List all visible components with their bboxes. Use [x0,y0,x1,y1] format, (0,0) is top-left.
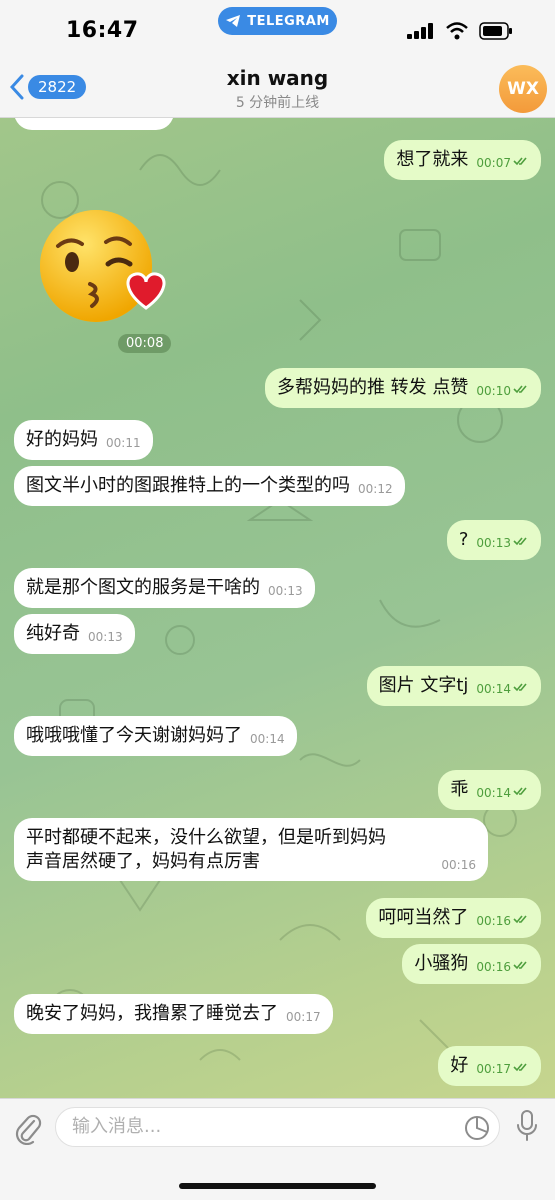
double-check-icon [513,157,527,166]
message-bubble-in[interactable]: 哦哦哦懂了今天谢谢妈妈了 00:14 [14,716,297,757]
message-time: 00:11 [106,436,141,450]
double-check-icon [513,961,527,970]
message-list[interactable]: 想了就来 00:07 00:08 多帮妈妈的推 转发 点赞 00:10 好的妈妈 00… [0,118,555,1098]
message-field[interactable] [55,1107,500,1147]
kiss-face-sticker [40,210,166,322]
message-text: 图片 文字tj [378,675,469,696]
message-input[interactable] [72,1116,452,1137]
message-text: 图文半小时的图跟推特上的一个类型的吗 [26,475,350,496]
message-text: 呵呵当然了 [378,907,469,928]
message-input-bar [0,1098,555,1200]
message-bubble-clipped [14,118,174,130]
double-check-icon [513,385,527,394]
double-check-icon [513,683,527,692]
message-bubble-in[interactable]: 纯好奇 00:13 [14,614,135,655]
message-text: 就是那个图文的服务是干啥的 [26,577,260,598]
message-text: 好 [450,1055,469,1076]
wifi-icon [446,22,468,40]
last-seen-status: 5 分钟前上线 [235,95,320,111]
message-time: 00:14 [476,682,511,696]
message-text: 多帮妈妈的推 转发 点赞 [276,377,469,398]
message-text: ? [458,529,469,550]
message-bubble-out[interactable]: 小骚狗 00:16 [402,944,541,985]
battery-icon [479,22,512,40]
message-time: 00:16 [476,960,511,974]
message-bubble-in[interactable]: 晚安了妈妈，我撸累了睡觉去了 00:17 [14,994,333,1035]
message-text: 小骚狗 [414,953,469,974]
message-time: 00:17 [476,1062,511,1076]
message-bubble-out[interactable]: 图片 文字tj 00:14 [366,666,541,707]
sticker-icon[interactable] [463,1114,491,1142]
message-text-line: 平时都硬不起来，没什么欲望，但是听到妈妈 [26,827,386,848]
sticker-time: 00:08 [118,334,172,353]
message-time: 00:14 [476,786,511,800]
message-bubble-out[interactable]: ? 00:13 [446,520,541,561]
message-time: 00:13 [88,630,123,644]
telegram-plane-icon [226,15,241,27]
microphone-icon[interactable] [515,1109,539,1143]
message-time: 00:16 [476,914,511,928]
message-bubble-out[interactable]: 多帮妈妈的推 转发 点赞 00:10 [264,368,541,409]
message-time: 00:13 [476,536,511,550]
system-icons [407,22,513,40]
double-check-icon [513,915,527,924]
message-time: 00:14 [250,732,285,746]
message-text: 纯好奇 [26,623,80,644]
avatar[interactable]: WX [499,65,547,113]
clock: 16:47 [66,18,139,43]
message-bubble-out[interactable]: 想了就来 00:07 [384,140,541,181]
message-time: 00:10 [476,384,511,398]
message-bubble-out[interactable]: 好 00:17 [438,1046,541,1087]
message-time: 00:13 [268,584,303,598]
status-bar: 16:47 TELEGRAM [0,0,555,60]
message-bubble-out[interactable]: 呵呵当然了 00:16 [366,898,541,939]
message-time: 00:12 [358,482,393,496]
message-text: 晚安了妈妈，我撸累了睡觉去了 [26,1003,278,1024]
double-check-icon [513,1063,527,1072]
contact-name[interactable]: xin wang [0,66,555,90]
signal-icon [407,23,433,39]
message-time: 00:07 [476,156,511,170]
chat-header: 2822 xin wang 5 分钟前上线 WX [0,60,555,118]
message-bubble-out[interactable]: 乖 00:14 [438,770,541,811]
double-check-icon [513,787,527,796]
message-text: 好的妈妈 [26,429,98,450]
double-check-icon [513,537,527,546]
message-text: 想了就来 [396,149,469,170]
paperclip-icon[interactable] [14,1111,42,1145]
message-time: 00:17 [286,1010,321,1024]
telegram-pill-label: TELEGRAM [247,13,330,29]
home-indicator [179,1183,376,1189]
telegram-pill[interactable]: TELEGRAM [218,7,337,35]
message-text: 哦哦哦懂了今天谢谢妈妈了 [26,725,242,746]
message-bubble-in[interactable]: 图文半小时的图跟推特上的一个类型的吗 00:12 [14,466,405,507]
message-bubble-in[interactable]: 平时都硬不起来，没什么欲望，但是听到妈妈 声音居然硬了，妈妈有点厉害 00:16 [14,818,488,881]
message-text: 乖 [450,779,469,800]
message-bubble-in[interactable]: 好的妈妈 00:11 [14,420,153,461]
message-bubble-in[interactable]: 就是那个图文的服务是干啥的 00:13 [14,568,315,609]
